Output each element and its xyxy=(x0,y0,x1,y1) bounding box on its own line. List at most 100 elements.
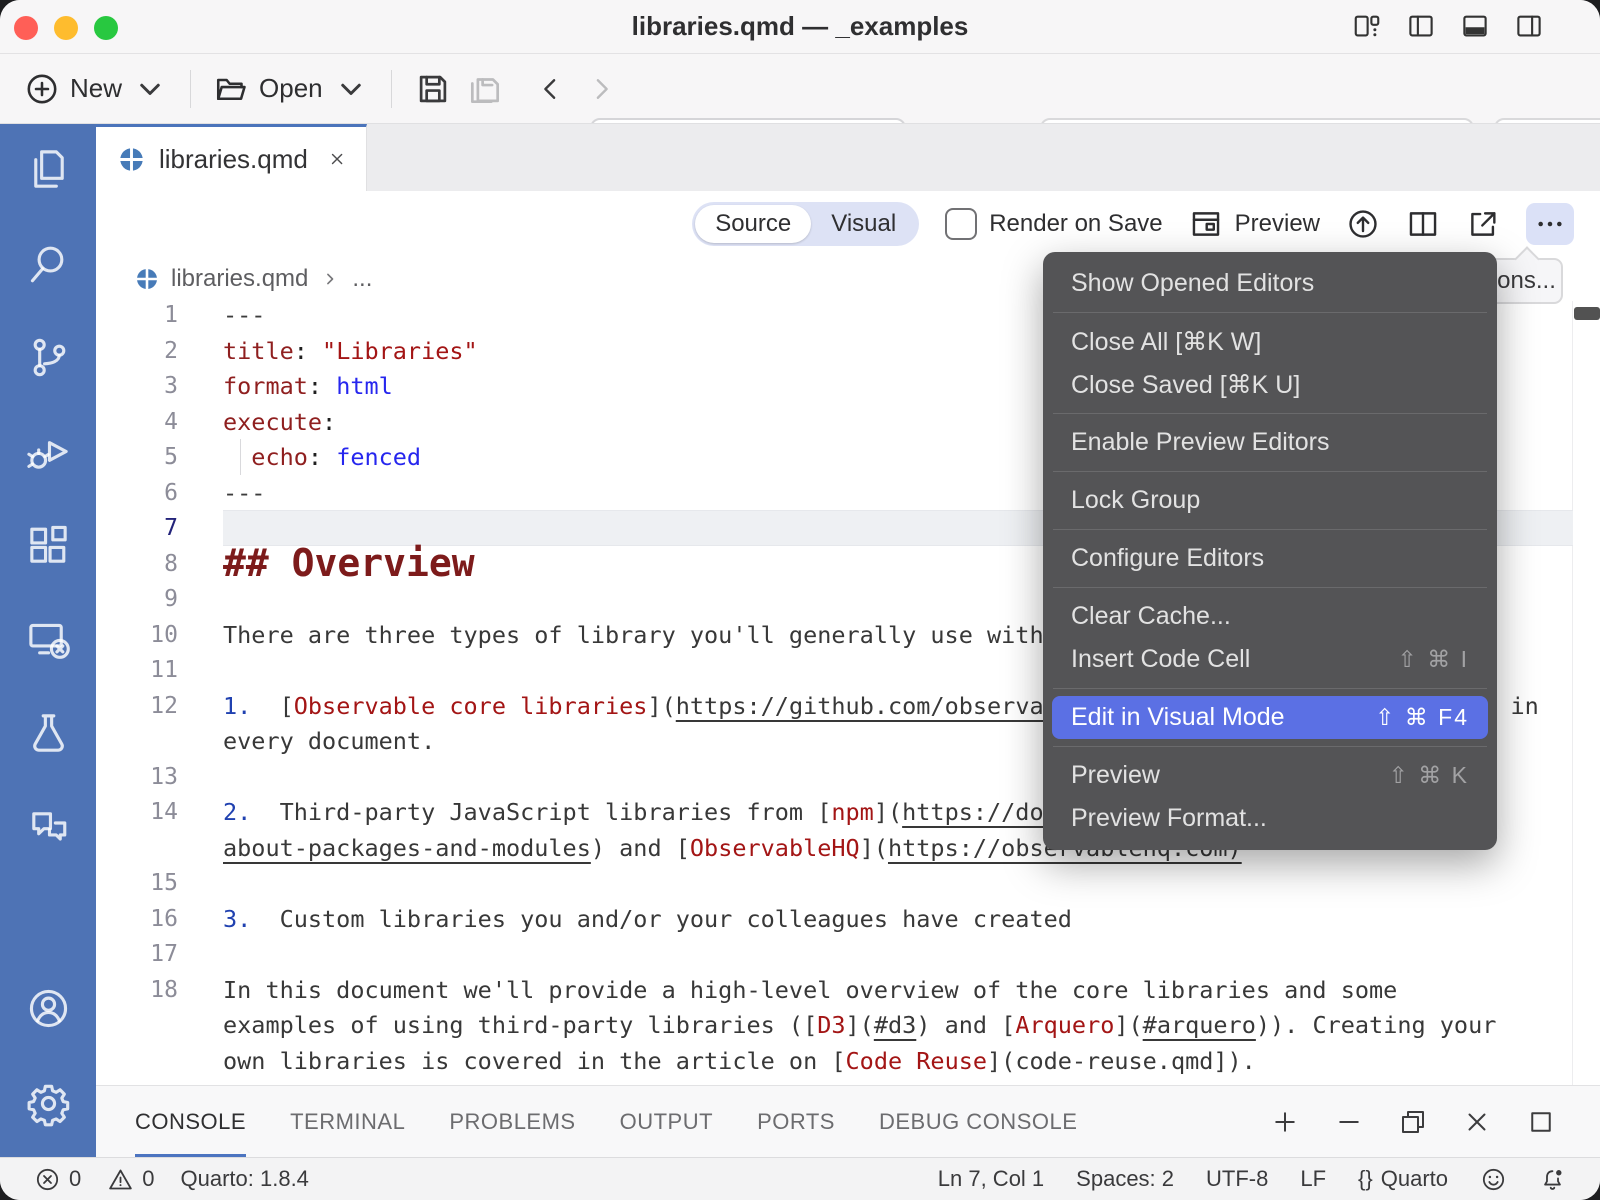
line-number: 5 xyxy=(96,439,178,475)
line-number: 3 xyxy=(96,368,178,404)
customize-layout-icon[interactable] xyxy=(1352,11,1382,41)
status-bar: 00 Quarto: 1.8.4 Ln 7, Col 1 Spaces: 2 UTF-… xyxy=(0,1157,1600,1200)
panel-tab-console[interactable]: CONSOLE xyxy=(135,1086,246,1157)
menu-separator xyxy=(1053,746,1487,747)
editor-tab-bar: libraries.qmd xyxy=(96,124,1600,192)
status-item-0[interactable]: 0 xyxy=(34,1166,81,1193)
panel-tab-ports[interactable]: PORTS xyxy=(757,1086,835,1157)
status-item-utf-8[interactable]: UTF-8 xyxy=(1206,1166,1268,1192)
line-number: 4 xyxy=(96,404,178,440)
toggle-panel-icon[interactable] xyxy=(1460,11,1490,41)
code-line: format: html xyxy=(223,368,393,404)
collapse-icon[interactable] xyxy=(1334,1107,1364,1137)
account-icon[interactable] xyxy=(25,985,72,1032)
title-bar: libraries.qmd — _examples xyxy=(0,0,1600,54)
source-mode-button[interactable]: Source xyxy=(695,205,811,243)
ellipsis-icon xyxy=(1534,208,1566,240)
render-on-save-label: Render on Save xyxy=(989,210,1162,238)
menu-item-clear-cache[interactable]: Clear Cache... xyxy=(1052,595,1488,638)
split-editor-icon[interactable] xyxy=(1406,207,1440,241)
preview-icon xyxy=(1189,207,1223,241)
new-button[interactable]: New xyxy=(24,71,168,107)
run-debug-icon[interactable] xyxy=(25,428,72,475)
more-actions-button[interactable] xyxy=(1526,203,1574,245)
restore-icon[interactable] xyxy=(1398,1107,1428,1137)
explorer-icon[interactable] xyxy=(25,146,72,193)
menu-item-configure-editors[interactable]: Configure Editors xyxy=(1052,537,1488,580)
status-item[interactable] xyxy=(1480,1166,1507,1193)
extensions-icon[interactable] xyxy=(25,522,72,569)
status-item-lf[interactable]: LF xyxy=(1300,1166,1326,1192)
code-line: In this document we'll provide a high-le… xyxy=(223,972,1397,1008)
line-number: 11 xyxy=(96,652,178,688)
new-button-label: New xyxy=(70,73,122,104)
code-line: title: "Libraries" xyxy=(223,333,478,369)
visual-mode-button[interactable]: Visual xyxy=(811,205,916,243)
menu-item-preview[interactable]: Preview⇧ ⌘ K xyxy=(1052,754,1488,797)
menu-item-edit-in-visual-mode[interactable]: Edit in Visual Mode⇧ ⌘ F4 xyxy=(1052,696,1488,739)
search-icon[interactable] xyxy=(25,240,72,287)
panel-tab-output[interactable]: OUTPUT xyxy=(620,1086,713,1157)
comments-icon[interactable] xyxy=(25,804,72,851)
line-number: 7 xyxy=(96,510,178,546)
chevron-right-icon xyxy=(320,269,340,289)
preview-button[interactable]: Preview xyxy=(1189,207,1320,241)
panel-tab-terminal[interactable]: TERMINAL xyxy=(290,1086,405,1157)
panel-tab-debug-console[interactable]: DEBUG CONSOLE xyxy=(879,1086,1077,1157)
navigate-forward-icon[interactable] xyxy=(586,74,616,104)
menu-item-show-opened-editors[interactable]: Show Opened Editors xyxy=(1052,262,1488,305)
menu-separator xyxy=(1053,312,1487,313)
menu-item-enable-preview-editors[interactable]: Enable Preview Editors xyxy=(1052,421,1488,464)
toolbar-separator xyxy=(391,70,392,108)
tab-libraries-qmd[interactable]: libraries.qmd xyxy=(96,124,367,191)
menu-separator xyxy=(1053,471,1487,472)
testing-icon[interactable] xyxy=(25,710,72,757)
menu-item-label: Enable Preview Editors xyxy=(1071,428,1329,457)
add-icon[interactable] xyxy=(1270,1107,1300,1137)
code-line: echo: fenced xyxy=(223,439,421,475)
render-document-icon[interactable] xyxy=(1346,207,1380,241)
status-item-label: Quarto xyxy=(1381,1166,1448,1192)
status-item[interactable] xyxy=(1539,1166,1566,1193)
quarto-file-icon xyxy=(118,146,145,173)
close-tab-icon[interactable] xyxy=(328,146,346,172)
menu-item-preview-format[interactable]: Preview Format... xyxy=(1052,797,1488,840)
save-all-icon[interactable] xyxy=(466,70,504,108)
source-visual-toggle: Source Visual xyxy=(692,202,919,246)
panel-tab-problems[interactable]: PROBLEMS xyxy=(449,1086,575,1157)
menu-item-label: Configure Editors xyxy=(1071,544,1264,573)
menu-item-lock-group[interactable]: Lock Group xyxy=(1052,479,1488,522)
breadcrumb-more: ... xyxy=(352,265,372,293)
status-item-quarto-1-8-4[interactable]: Quarto: 1.8.4 xyxy=(181,1166,309,1192)
remote-explorer-icon[interactable] xyxy=(25,616,72,663)
status-item-ln-7-col-1[interactable]: Ln 7, Col 1 xyxy=(938,1166,1044,1192)
settings-gear-icon[interactable] xyxy=(25,1080,72,1127)
menu-item-close-saved-k-u[interactable]: Close Saved [⌘K U] xyxy=(1052,363,1488,406)
source-control-icon[interactable] xyxy=(25,334,72,381)
menu-item-close-all-k-w[interactable]: Close All [⌘K W] xyxy=(1052,320,1488,363)
status-item-quarto[interactable]: {}Quarto xyxy=(1358,1166,1448,1192)
tab-label: libraries.qmd xyxy=(159,144,308,175)
maximize-panel-icon[interactable] xyxy=(1526,1107,1556,1137)
status-item-spaces-2[interactable]: Spaces: 2 xyxy=(1076,1166,1174,1192)
status-item-0[interactable]: 0 xyxy=(107,1166,154,1193)
navigate-back-icon[interactable] xyxy=(536,74,566,104)
activity-bar xyxy=(0,124,96,1157)
save-icon[interactable] xyxy=(414,70,452,108)
toggle-sidebar-icon[interactable] xyxy=(1406,11,1436,41)
menu-item-insert-code-cell[interactable]: Insert Code Cell⇧ ⌘ I xyxy=(1052,638,1488,681)
status-item-label: Quarto: 1.8.4 xyxy=(181,1166,309,1192)
editor-action-bar: Source Visual Render on Save Preview xyxy=(96,191,1600,257)
open-button[interactable]: Open xyxy=(213,71,369,107)
toggle-secondary-sidebar-icon[interactable] xyxy=(1514,11,1544,41)
scrollbar-thumb[interactable] xyxy=(1574,307,1600,320)
chevron-down-icon xyxy=(333,71,369,107)
line-number: 8 xyxy=(96,546,178,582)
menu-item-label: Preview Format... xyxy=(1071,804,1267,833)
app-window: libraries.qmd — _examples New Open xyxy=(0,0,1600,1200)
line-number: 13 xyxy=(96,759,178,795)
render-on-save-checkbox[interactable] xyxy=(945,208,977,240)
open-in-new-window-icon[interactable] xyxy=(1466,207,1500,241)
menu-separator xyxy=(1053,688,1487,689)
close-icon[interactable] xyxy=(1462,1107,1492,1137)
